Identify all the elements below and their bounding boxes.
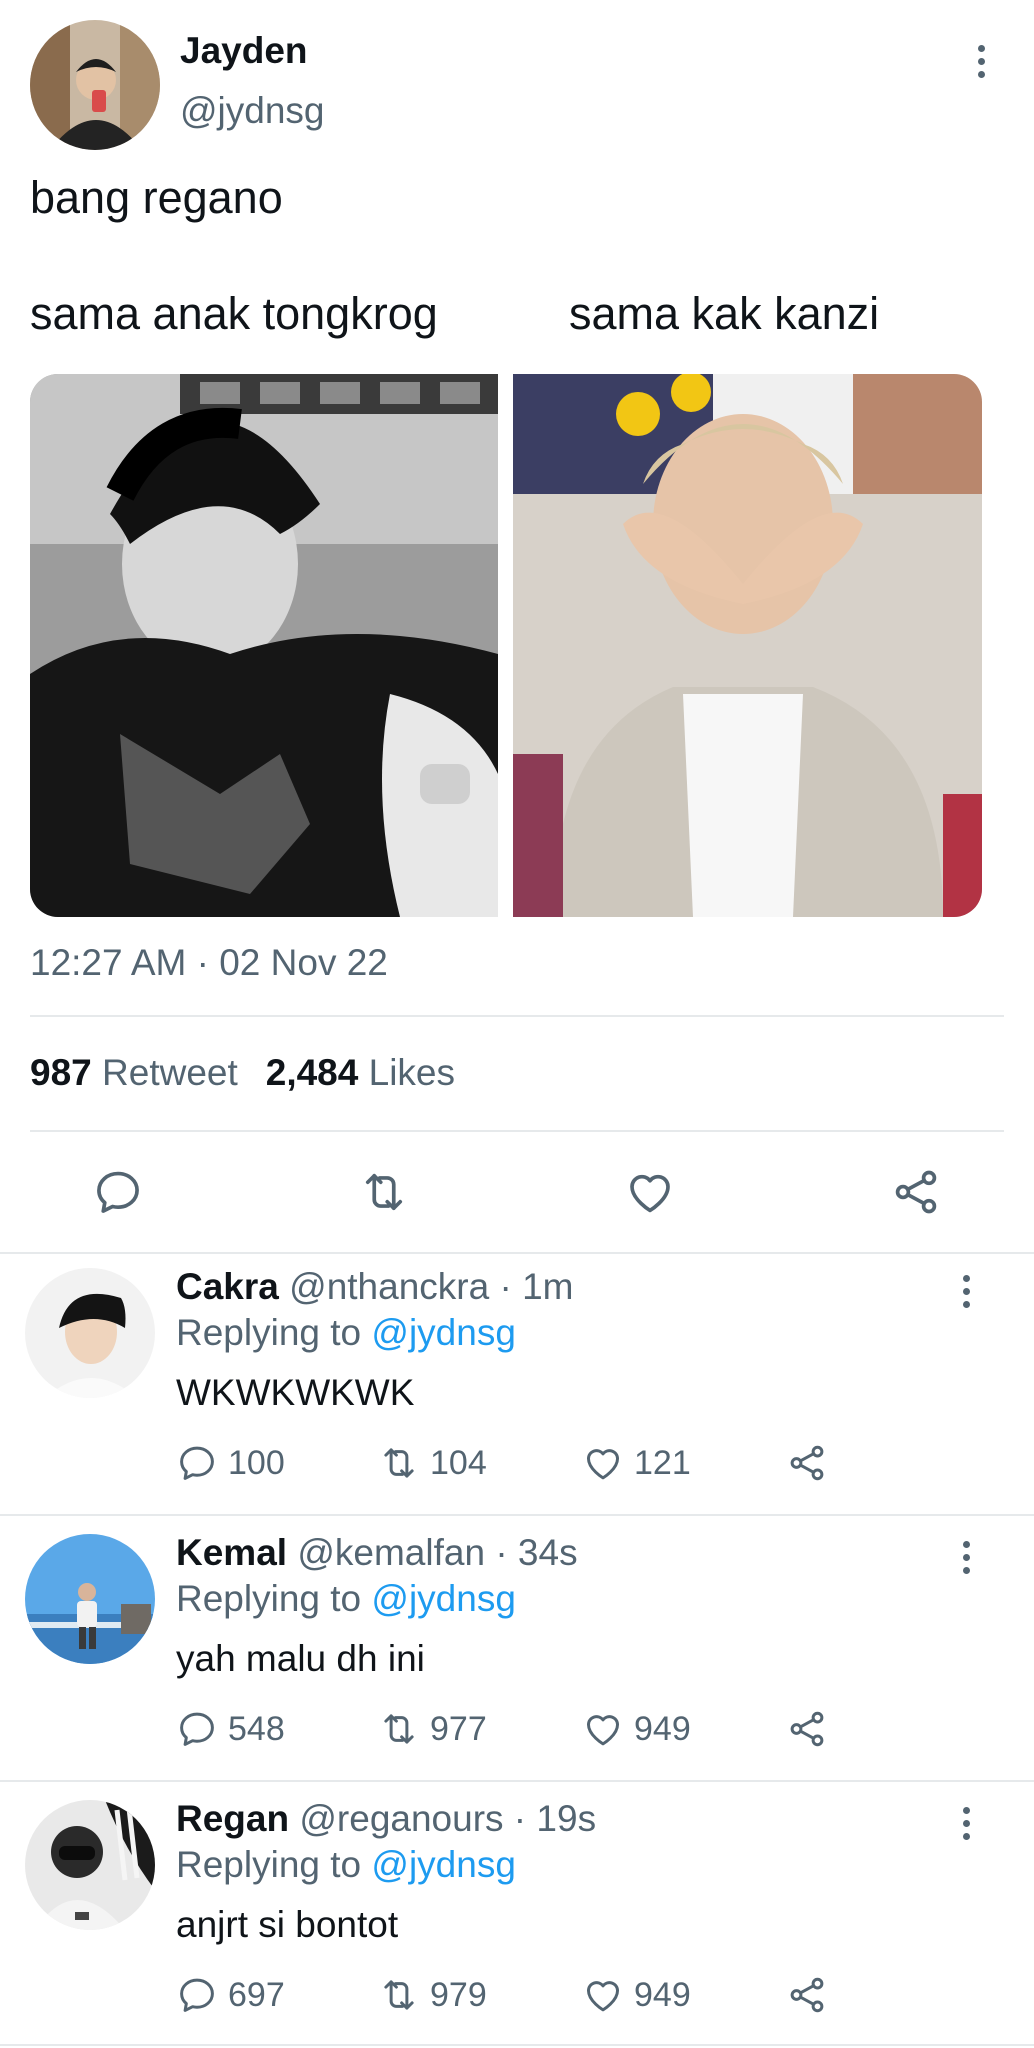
retweet-icon[interactable]: [358, 1166, 410, 1218]
retweet-label[interactable]: Retweet: [102, 1052, 238, 1093]
tweet-photo-left[interactable]: [30, 374, 498, 917]
reply-icon: [176, 1708, 218, 1750]
reply-meta: @reganours · 19s: [299, 1798, 597, 1839]
author-name[interactable]: Jayden: [180, 30, 308, 72]
reply-count: 548: [228, 1709, 285, 1748]
replying-label: Replying to: [176, 1578, 362, 1619]
retweet-count: 104: [430, 1443, 487, 1482]
reply-avatar[interactable]: [25, 1268, 155, 1398]
like-icon: [582, 1974, 624, 2016]
retweet-action[interactable]: 104: [378, 1440, 487, 1486]
like-count: 949: [634, 1975, 691, 2014]
retweet-icon: [378, 1708, 420, 1750]
reply-action[interactable]: 100: [176, 1440, 285, 1486]
reply-avatar[interactable]: [25, 1534, 155, 1664]
retweet-count[interactable]: 987: [30, 1052, 92, 1093]
reply-count: 100: [228, 1443, 285, 1482]
author-avatar[interactable]: [30, 20, 160, 150]
reply-tweet[interactable]: Regan @reganours · 19s Replying to @jydn…: [0, 1786, 1034, 2048]
reply-text: yah malu dh ini: [176, 1638, 425, 1679]
reply-tweet[interactable]: Cakra @nthanckra · 1m Replying to @jydns…: [0, 1254, 1034, 1520]
reply-text: WKWKWKWK: [176, 1372, 415, 1413]
share-action[interactable]: [786, 1972, 828, 2018]
replying-label: Replying to: [176, 1312, 362, 1353]
reply-author-name[interactable]: Regan: [176, 1798, 289, 1839]
like-action[interactable]: 121: [582, 1440, 691, 1486]
reply-action[interactable]: 548: [176, 1706, 285, 1752]
retweet-count: 977: [430, 1709, 487, 1748]
divider: [0, 1780, 1034, 1782]
likes-label[interactable]: Likes: [369, 1052, 455, 1093]
like-action[interactable]: 949: [582, 1706, 691, 1752]
like-count: 949: [634, 1709, 691, 1748]
replying-label: Replying to: [176, 1844, 362, 1885]
likes-count[interactable]: 2,484: [266, 1052, 359, 1093]
caption-left: sama anak tongkrog: [30, 288, 438, 339]
tweet-text: bang regano: [30, 172, 283, 223]
share-action[interactable]: [786, 1440, 828, 1486]
reply-meta: @kemalfan · 34s: [297, 1532, 578, 1573]
retweet-action[interactable]: 977: [378, 1706, 487, 1752]
share-icon: [786, 1708, 828, 1750]
like-icon: [582, 1442, 624, 1484]
divider: [0, 1514, 1034, 1516]
author-handle[interactable]: @jydnsg: [180, 90, 325, 132]
retweet-icon: [378, 1442, 420, 1484]
replying-handle-link[interactable]: @jydnsg: [371, 1578, 516, 1619]
reply-count: 697: [228, 1975, 285, 2014]
reply-meta: @nthanckra · 1m: [289, 1266, 574, 1307]
reply-tweet[interactable]: Kemal @kemalfan · 34s Replying to @jydns…: [0, 1520, 1034, 1786]
retweet-count: 979: [430, 1975, 487, 2014]
reply-icon[interactable]: [92, 1166, 144, 1218]
like-count: 121: [634, 1443, 691, 1482]
share-icon: [786, 1974, 828, 2016]
share-icon: [786, 1442, 828, 1484]
like-action[interactable]: 949: [582, 1972, 691, 2018]
reply-author-name[interactable]: Cakra: [176, 1266, 279, 1307]
tweet-stats: 987 Retweet 2,484 Likes: [30, 1052, 455, 1094]
reply-icon: [176, 1442, 218, 1484]
caption-right: sama kak kanzi: [569, 288, 880, 339]
replying-handle-link[interactable]: @jydnsg: [371, 1312, 516, 1353]
share-action[interactable]: [786, 1706, 828, 1752]
tweet-timestamp[interactable]: 12:27 AM · 02 Nov 22: [30, 942, 388, 984]
more-options-icon[interactable]: [951, 1798, 981, 1848]
retweet-action[interactable]: 979: [378, 1972, 487, 2018]
reply-action[interactable]: 697: [176, 1972, 285, 2018]
more-options-icon[interactable]: [951, 1532, 981, 1582]
reply-author-name[interactable]: Kemal: [176, 1532, 287, 1573]
retweet-icon: [378, 1974, 420, 2016]
divider: [30, 1130, 1004, 1132]
divider: [0, 2044, 1034, 2046]
like-icon[interactable]: [624, 1166, 676, 1218]
reply-text: anjrt si bontot: [176, 1904, 399, 1945]
tweet-photo-right[interactable]: [513, 374, 982, 917]
reply-icon: [176, 1974, 218, 2016]
share-icon[interactable]: [890, 1166, 942, 1218]
more-options-icon[interactable]: [951, 1266, 981, 1316]
replying-handle-link[interactable]: @jydnsg: [371, 1844, 516, 1885]
reply-avatar[interactable]: [25, 1800, 155, 1930]
more-options-icon[interactable]: [966, 36, 996, 86]
like-icon: [582, 1708, 624, 1750]
divider: [30, 1015, 1004, 1017]
